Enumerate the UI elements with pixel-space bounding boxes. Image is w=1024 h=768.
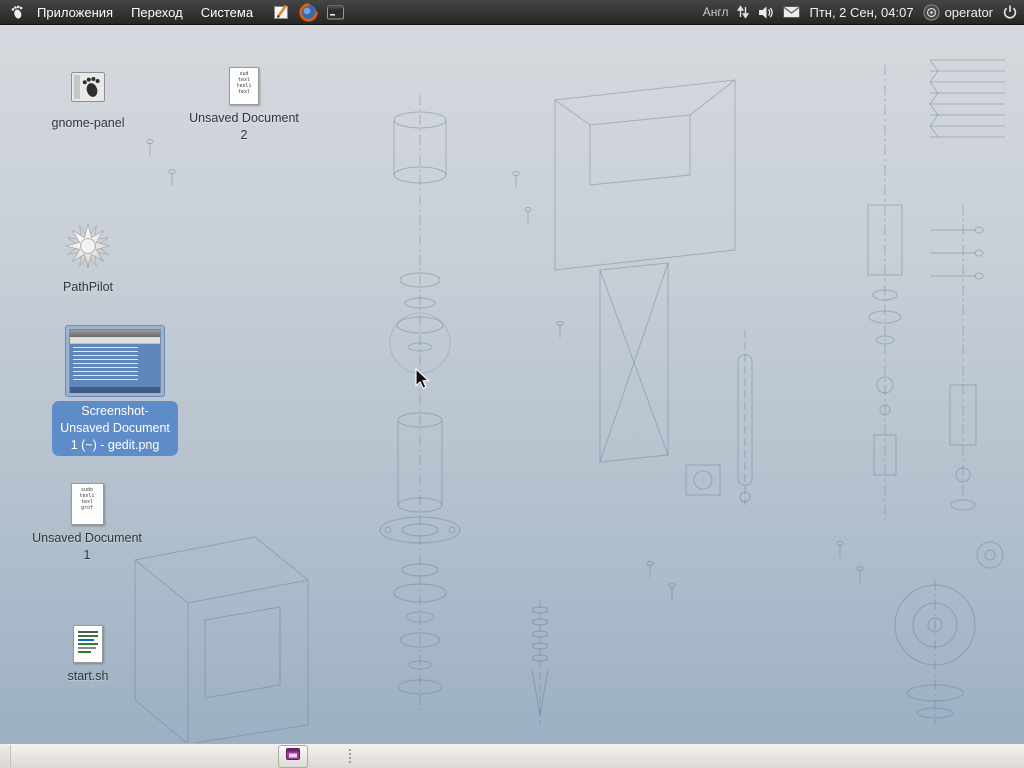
gnome-foot-icon[interactable]: [6, 1, 28, 23]
mail-icon[interactable]: [783, 6, 801, 18]
icon-label: start.sh: [67, 669, 109, 683]
desktop-screen: Приложения Переход Система Англ Птн, 2 С…: [0, 0, 1024, 768]
applet-drag-handle[interactable]: [348, 748, 353, 764]
keyboard-layout-indicator[interactable]: Англ: [703, 5, 729, 19]
menu-places[interactable]: Переход: [122, 0, 192, 25]
menu-applications[interactable]: Приложения: [28, 0, 122, 25]
user-menu[interactable]: operator: [922, 3, 993, 21]
desktop-icon-unsaved-document-1[interactable]: sudo texli texl grof Unsaved Document 1: [25, 483, 149, 564]
desktop-icon-screenshot-gedit-png[interactable]: Screenshot- Unsaved Document 1 (~) - ged…: [45, 325, 185, 456]
icon-label-selected: Screenshot- Unsaved Document 1 (~) - ged…: [52, 401, 178, 456]
menu-system[interactable]: Система: [192, 0, 262, 25]
icon-label: Unsaved Document 2: [189, 111, 299, 142]
file-preview-line: texl: [237, 89, 251, 95]
user-icon: [922, 3, 940, 21]
shell-script-icon: [73, 625, 103, 663]
pathpilot-icon: [65, 223, 111, 274]
taskbar-window-button[interactable]: [278, 745, 308, 768]
desktop-icon-start-sh[interactable]: start.sh: [40, 625, 136, 685]
power-icon[interactable]: [1002, 4, 1018, 20]
window-icon: [285, 746, 301, 767]
top-panel: Приложения Переход Система Англ Птн, 2 С…: [0, 0, 1024, 25]
desktop-icon-unsaved-document-2[interactable]: sud texl texli texl Unsaved Document 2: [182, 67, 306, 144]
text-file-icon: sudo texli texl grof: [70, 483, 104, 525]
icon-label: gnome-panel: [51, 116, 125, 130]
file-preview-line: grof: [80, 505, 94, 511]
system-tray: Англ Птн, 2 Сен, 04:07 operator: [703, 3, 1018, 21]
show-desktop-button[interactable]: [0, 745, 11, 767]
bottom-panel: [0, 743, 1024, 768]
image-thumbnail-selected: [65, 325, 165, 397]
firefox-launcher-icon[interactable]: [297, 1, 319, 23]
text-file-icon: sud texl texli texl: [229, 67, 259, 105]
gnome-panel-icon: [70, 69, 106, 110]
screenshot-thumbnail: [69, 329, 161, 393]
desktop-area[interactable]: gnome-panel sud texl texli texl Unsaved …: [0, 25, 1024, 744]
icon-label: PathPilot: [62, 280, 114, 294]
terminal-launcher-icon[interactable]: [324, 1, 346, 23]
user-name: operator: [944, 4, 993, 20]
clock[interactable]: Птн, 2 Сен, 04:07: [809, 5, 913, 20]
icon-label: Unsaved Document 1: [32, 531, 142, 562]
gedit-launcher-icon[interactable]: [270, 1, 292, 23]
desktop-icon-pathpilot[interactable]: PathPilot: [40, 223, 136, 296]
volume-icon[interactable]: [758, 5, 774, 20]
desktop-icon-gnome-panel[interactable]: gnome-panel: [40, 69, 136, 132]
keyboard-switch-arrows-icon[interactable]: [737, 5, 750, 19]
quick-launchers: [270, 1, 346, 23]
